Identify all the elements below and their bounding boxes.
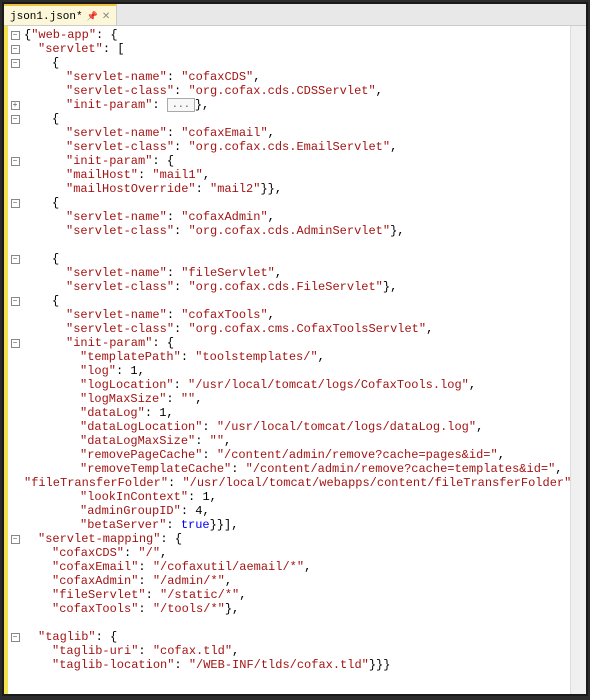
- fold-toggle-icon[interactable]: −: [11, 339, 20, 348]
- fold-toggle-icon[interactable]: −: [11, 45, 20, 54]
- code-line[interactable]: "servlet-class": "org.cofax.cds.FileServ…: [24, 280, 570, 294]
- collapsed-region[interactable]: ...: [167, 98, 195, 112]
- code-line[interactable]: {: [24, 196, 570, 210]
- code-line[interactable]: "cofaxCDS": "/",: [24, 546, 570, 560]
- code-line[interactable]: "dataLogLocation": "/usr/local/tomcat/lo…: [24, 420, 570, 434]
- code-line[interactable]: "betaServer": true}}],: [24, 518, 570, 532]
- code-line[interactable]: {: [24, 294, 570, 308]
- fold-toggle-icon[interactable]: −: [11, 31, 20, 40]
- code-line[interactable]: "cofaxEmail": "/cofaxutil/aemail/*",: [24, 560, 570, 574]
- tab-bar: json1.json* 📌 ✕: [4, 4, 586, 26]
- fold-toggle-icon[interactable]: −: [11, 199, 20, 208]
- code-line[interactable]: "logLocation": "/usr/local/tomcat/logs/C…: [24, 378, 570, 392]
- code-line[interactable]: "taglib-uri": "cofax.tld",: [24, 644, 570, 658]
- code-line[interactable]: "servlet-name": "cofaxCDS",: [24, 70, 570, 84]
- code-line[interactable]: "mailHost": "mail1",: [24, 168, 570, 182]
- code-line[interactable]: "cofaxAdmin": "/admin/*",: [24, 574, 570, 588]
- code-line[interactable]: "adminGroupID": 4,: [24, 504, 570, 518]
- code-line[interactable]: {: [24, 56, 570, 70]
- fold-toggle-icon[interactable]: −: [11, 535, 20, 544]
- code-line[interactable]: {"web-app": {: [24, 28, 570, 42]
- tab-title: json1.json*: [10, 11, 83, 23]
- file-tab[interactable]: json1.json* 📌 ✕: [4, 4, 117, 25]
- fold-toggle-icon[interactable]: −: [11, 297, 20, 306]
- code-line[interactable]: "servlet-class": "org.cofax.cds.AdminSer…: [24, 224, 570, 238]
- fold-toggle-icon[interactable]: −: [11, 157, 20, 166]
- pin-icon[interactable]: 📌: [87, 12, 98, 22]
- code-line[interactable]: "removeTemplateCache": "/content/admin/r…: [24, 462, 570, 476]
- fold-toggle-icon[interactable]: −: [11, 115, 20, 124]
- code-line[interactable]: "cofaxTools": "/tools/*"},: [24, 602, 570, 616]
- code-line[interactable]: {: [24, 112, 570, 126]
- fold-toggle-icon[interactable]: −: [11, 59, 20, 68]
- code-line[interactable]: "servlet-name": "fileServlet",: [24, 266, 570, 280]
- code-line[interactable]: "taglib": {: [24, 630, 570, 644]
- code-line[interactable]: "servlet-mapping": {: [24, 532, 570, 546]
- code-line[interactable]: "servlet-class": "org.cofax.cds.EmailSer…: [24, 140, 570, 154]
- code-line[interactable]: "mailHostOverride": "mail2"}},: [24, 182, 570, 196]
- code-line[interactable]: "servlet-class": "org.cofax.cds.CDSServl…: [24, 84, 570, 98]
- code-line[interactable]: "init-param": {: [24, 336, 570, 350]
- code-line[interactable]: "servlet-class": "org.cofax.cms.CofaxToo…: [24, 322, 570, 336]
- fold-gutter: − − − + − − − − − − − −: [8, 26, 22, 694]
- code-line[interactable]: "removePageCache": "/content/admin/remov…: [24, 448, 570, 462]
- code-line[interactable]: "lookInContext": 1,: [24, 490, 570, 504]
- code-line[interactable]: "servlet-name": "cofaxEmail",: [24, 126, 570, 140]
- code-line[interactable]: "servlet-name": "cofaxTools",: [24, 308, 570, 322]
- code-line[interactable]: "logMaxSize": "",: [24, 392, 570, 406]
- vertical-scrollbar[interactable]: [570, 26, 586, 694]
- code-line[interactable]: [24, 238, 570, 252]
- code-line[interactable]: "init-param": {: [24, 154, 570, 168]
- code-line[interactable]: "servlet-name": "cofaxAdmin",: [24, 210, 570, 224]
- fold-toggle-icon[interactable]: +: [11, 101, 20, 110]
- code-line[interactable]: "dataLog": 1,: [24, 406, 570, 420]
- code-line[interactable]: "log": 1,: [24, 364, 570, 378]
- editor-body: −−−+−−−−−−−− {"web-app": {"servlet": [{"…: [4, 26, 586, 694]
- code-line[interactable]: "servlet": [: [24, 42, 570, 56]
- code-line[interactable]: "taglib-location": "/WEB-INF/tlds/cofax.…: [24, 658, 570, 672]
- fold-toggle-icon[interactable]: −: [11, 255, 20, 264]
- editor-window: json1.json* 📌 ✕ − − − + − − − − − − − − {"web-app":…: [2, 2, 588, 696]
- code-line[interactable]: "fileTransferFolder": "/usr/local/tomcat…: [24, 476, 570, 490]
- code-line[interactable]: "templatePath": "toolstemplates/",: [24, 350, 570, 364]
- code-line[interactable]: {: [24, 252, 570, 266]
- code-line[interactable]: "fileServlet": "/static/*",: [24, 588, 570, 602]
- code-line[interactable]: "init-param": ...},: [24, 98, 570, 112]
- code-line[interactable]: [24, 616, 570, 630]
- code-area[interactable]: {"web-app": {"servlet": [{"servlet-name"…: [22, 26, 570, 694]
- fold-toggle-icon[interactable]: −: [11, 633, 20, 642]
- close-icon[interactable]: ✕: [102, 11, 110, 23]
- code-line[interactable]: "dataLogMaxSize": "",: [24, 434, 570, 448]
